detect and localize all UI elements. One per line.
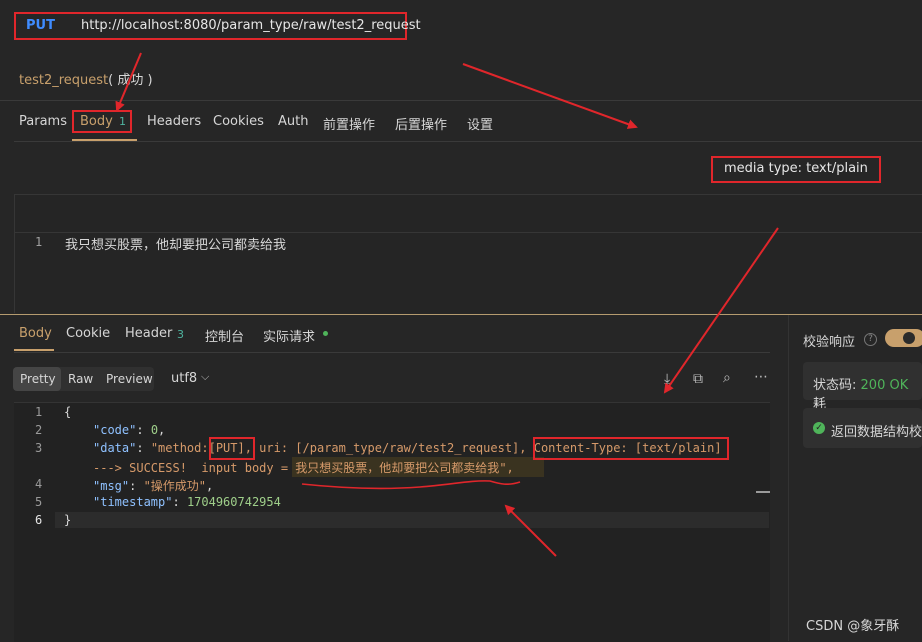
handwritten-underline (301, 480, 521, 490)
annotation-overlay (115, 52, 779, 557)
arrow-to-body-tab (115, 52, 142, 112)
arrow-to-settings (462, 63, 638, 129)
arrow-to-body-text (504, 504, 557, 557)
arrow-to-response (663, 227, 779, 394)
